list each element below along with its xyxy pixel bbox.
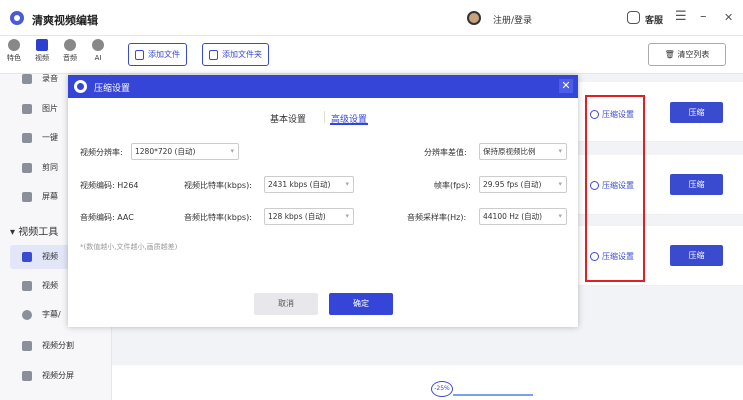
- resolution-value: 1280*720 (自动): [135, 147, 196, 156]
- audio-bitrate-value: 128 kbps (自动): [268, 212, 326, 221]
- tab-divider: [324, 111, 325, 123]
- tab-active-underline: [330, 123, 368, 125]
- chevron-down-icon: ▾: [230, 147, 234, 155]
- video-codec-label: 视频编码: H264: [80, 181, 139, 190]
- fps-label: 帧率(fps):: [434, 181, 471, 190]
- audio-sample-label: 音频采样率(Hz):: [407, 213, 467, 222]
- chevron-down-icon: ▾: [558, 147, 562, 155]
- audio-sample-value: 44100 Hz (自动): [483, 212, 543, 221]
- video-bitrate-select[interactable]: 2431 kbps (自动) ▾: [264, 176, 354, 193]
- resolution-diff-label: 分辨率差值:: [424, 148, 467, 157]
- chevron-down-icon: ▾: [558, 212, 562, 220]
- compress-settings-dialog: 压缩设置 ✕ 基本设置 高级设置 视频分辨率: 1280*720 (自动) ▾ 分…: [68, 75, 578, 327]
- video-bitrate-label: 视频比特率(kbps):: [184, 181, 252, 190]
- audio-bitrate-select[interactable]: 128 kbps (自动) ▾: [264, 208, 354, 225]
- audio-bitrate-label: 音频比特率(kbps):: [184, 213, 252, 222]
- confirm-button[interactable]: 确定: [329, 293, 393, 315]
- resolution-label: 视频分辨率:: [80, 148, 123, 157]
- fps-value: 29.95 fps (自动): [483, 180, 542, 189]
- chevron-down-icon: ▾: [345, 212, 349, 220]
- audio-codec-label: 音频编码: AAC: [80, 213, 134, 222]
- cancel-button[interactable]: 取消: [254, 293, 318, 315]
- chevron-down-icon: ▾: [345, 180, 349, 188]
- dialog-title: 压缩设置: [94, 84, 131, 94]
- dialog-close-button[interactable]: ✕: [559, 79, 573, 93]
- resolution-diff-value: 保持原视频比例: [483, 147, 536, 156]
- dialog-header: 压缩设置 ✕: [68, 75, 578, 98]
- video-bitrate-value: 2431 kbps (自动): [268, 180, 331, 189]
- dialog-logo-icon: [74, 80, 87, 93]
- fps-select[interactable]: 29.95 fps (自动) ▾: [479, 176, 567, 193]
- resolution-diff-select[interactable]: 保持原视频比例 ▾: [479, 143, 567, 160]
- audio-sample-select[interactable]: 44100 Hz (自动) ▾: [479, 208, 567, 225]
- tab-basic[interactable]: 基本设置: [270, 112, 306, 125]
- chevron-down-icon: ▾: [558, 180, 562, 188]
- settings-note: *(数值越小,文件越小,画质越差): [80, 243, 178, 251]
- resolution-select[interactable]: 1280*720 (自动) ▾: [131, 143, 239, 160]
